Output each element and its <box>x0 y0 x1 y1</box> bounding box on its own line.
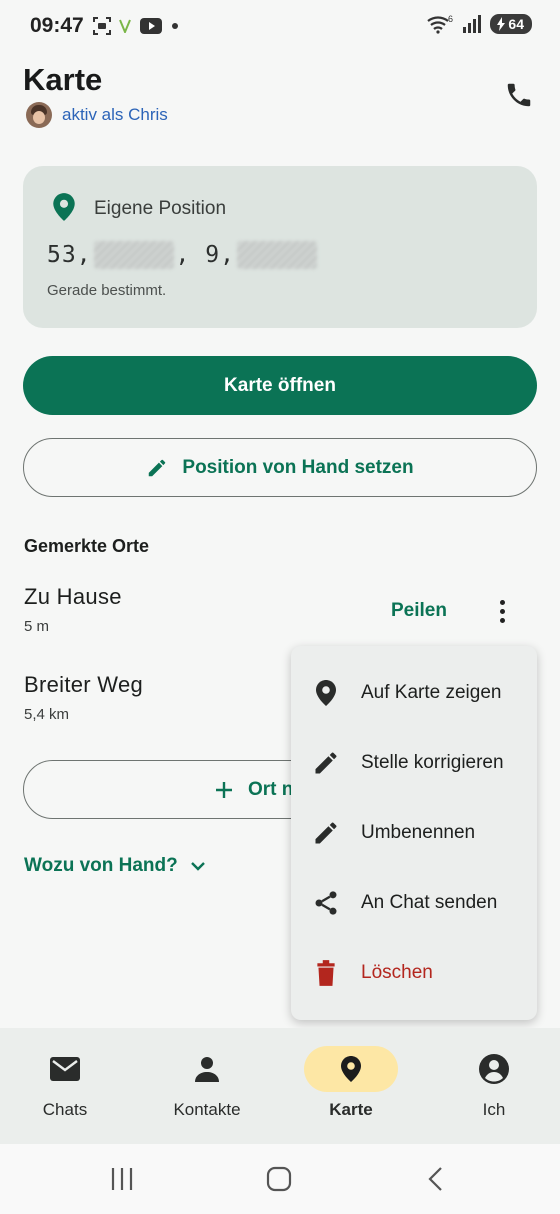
place-distance: 5,4 km <box>24 706 70 723</box>
pencil-icon <box>149 459 166 476</box>
coordinates: 53, , 9, <box>47 241 319 269</box>
place-name: Zu Hause <box>24 584 122 609</box>
add-place-label: Ort n <box>248 778 294 800</box>
status-icons: 6 64 <box>426 14 532 34</box>
place-name: Breiter Weg <box>24 672 144 697</box>
more-options-icon[interactable] <box>490 596 514 626</box>
home-icon[interactable] <box>266 1166 292 1192</box>
status-time: 09:47 <box>30 14 84 37</box>
menu-item-label: An Chat senden <box>361 892 498 913</box>
latitude-prefix: 53, <box>47 242 92 268</box>
menu-item-label: Auf Karte zeigen <box>361 682 502 703</box>
status-bar: 09:47 6 64 <box>0 0 560 52</box>
menu-item-label: Stelle korrigieren <box>361 752 504 773</box>
signal-icon <box>463 15 482 33</box>
map-pin-icon <box>53 193 75 221</box>
map-pin-icon <box>341 1056 361 1082</box>
redacted-longitude <box>236 241 317 269</box>
nav-label: Kontakte <box>173 1100 241 1119</box>
back-icon[interactable] <box>426 1166 444 1192</box>
saved-places-title: Gemerkte Orte <box>24 536 150 556</box>
saved-place-item[interactable]: Breiter Weg 5,4 km <box>24 672 143 723</box>
open-map-button[interactable]: Karte öffnen <box>23 356 537 415</box>
menu-item-delete[interactable]: Löschen <box>291 945 537 1001</box>
place-context-menu: Auf Karte zeigen Stelle korrigieren Umbe… <box>291 646 537 1020</box>
page-title: Karte <box>23 62 103 97</box>
chevron-down-icon <box>190 862 205 871</box>
battery-level: 64 <box>508 16 524 32</box>
wifi-icon: 6 <box>427 14 453 34</box>
svg-text:6: 6 <box>448 14 453 24</box>
why-manual-expander[interactable]: Wozu von Hand? <box>24 855 206 877</box>
vpn-icon <box>119 19 131 33</box>
own-position-card: Eigene Position 53, , 9, Gerade bestimmt… <box>23 166 537 328</box>
bearing-button[interactable]: Peilen <box>391 600 447 622</box>
youtube-icon <box>140 18 162 34</box>
share-icon <box>315 891 337 915</box>
screenshot-icon <box>93 17 111 35</box>
pencil-icon <box>315 752 337 774</box>
active-account-row[interactable]: aktiv als Chris <box>26 102 168 128</box>
longitude-prefix: , 9, <box>175 242 235 268</box>
set-position-manually-label: Position von Hand setzen <box>182 456 414 478</box>
nav-item-chats[interactable]: Chats <box>0 1028 135 1144</box>
menu-item-correct-location[interactable]: Stelle korrigieren <box>291 735 537 791</box>
open-map-label: Karte öffnen <box>224 374 336 396</box>
trash-icon <box>317 960 335 986</box>
place-distance: 5 m <box>24 618 50 635</box>
phone-icon[interactable] <box>504 80 534 110</box>
nav-item-me[interactable]: Ich <box>424 1028 560 1144</box>
menu-item-label: Löschen <box>361 962 433 983</box>
recent-apps-icon[interactable] <box>110 1166 134 1192</box>
account-circle-icon <box>479 1054 509 1084</box>
nav-label: Chats <box>42 1100 88 1119</box>
nav-label: Karte <box>329 1100 373 1119</box>
active-as-label: aktiv als Chris <box>62 105 168 124</box>
redacted-latitude <box>93 241 174 269</box>
saved-place-item[interactable]: Zu Hause 5 m <box>24 584 122 635</box>
why-manual-label: Wozu von Hand? <box>24 855 178 876</box>
nav-item-map[interactable]: Karte <box>281 1028 421 1144</box>
mail-icon <box>50 1057 80 1081</box>
set-position-manually-button[interactable]: Position von Hand setzen <box>23 438 537 497</box>
map-pin-icon <box>316 680 336 706</box>
bottom-navigation: Chats Kontakte Karte Ich <box>0 1028 560 1144</box>
position-status: Gerade bestimmt. <box>47 282 167 299</box>
menu-item-show-on-map[interactable]: Auf Karte zeigen <box>291 665 537 721</box>
avatar <box>26 102 52 128</box>
person-icon <box>195 1057 219 1082</box>
plus-icon <box>216 781 232 798</box>
menu-item-label: Umbenennen <box>361 822 476 843</box>
menu-item-send-to-chat[interactable]: An Chat senden <box>291 875 537 931</box>
menu-item-rename[interactable]: Umbenennen <box>291 805 537 861</box>
nav-label: Ich <box>482 1100 506 1119</box>
own-position-title: Eigene Position <box>94 198 227 219</box>
system-navigation-bar <box>0 1144 560 1214</box>
battery-indicator: 64 <box>490 14 532 34</box>
charging-icon <box>497 17 506 31</box>
pencil-icon <box>315 822 337 844</box>
dot-icon <box>172 23 178 29</box>
nav-item-contacts[interactable]: Kontakte <box>137 1028 277 1144</box>
